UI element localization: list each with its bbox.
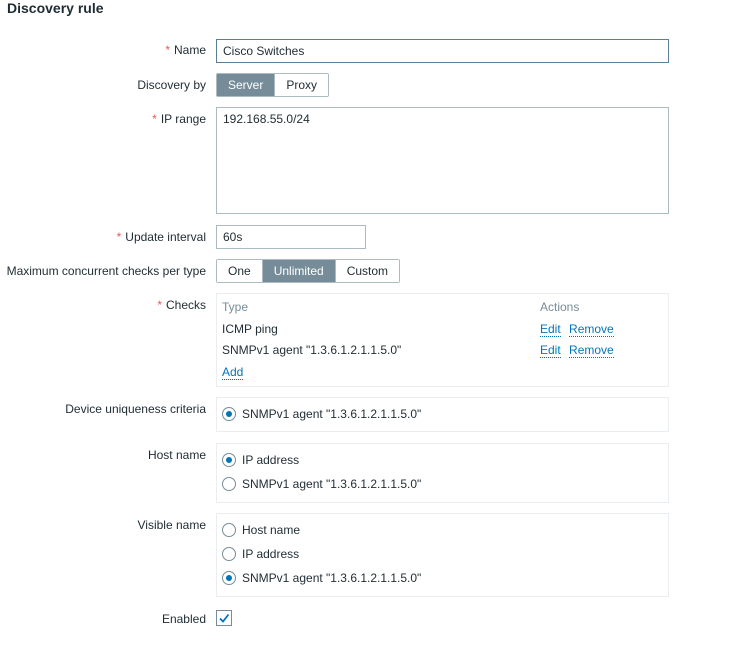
check-row-type: SNMPv1 agent "1.3.6.1.2.1.1.5.0" xyxy=(222,343,402,357)
discovery-by-server-button[interactable]: Server xyxy=(217,74,276,96)
name-input[interactable] xyxy=(216,39,669,63)
ip-range-label-text: IP range xyxy=(160,112,206,126)
required-marker: * xyxy=(157,298,162,312)
update-interval-label-text: Update interval xyxy=(125,230,206,244)
update-interval-input[interactable] xyxy=(216,225,366,249)
checks-label: * Checks xyxy=(157,298,206,312)
radio-label: Host name xyxy=(242,523,301,537)
uniqueness-option[interactable]: SNMPv1 agent "1.3.6.1.2.1.1.5.0" xyxy=(222,407,421,421)
radio-button[interactable] xyxy=(222,477,236,491)
page-title: Discovery rule xyxy=(7,0,104,16)
radio-button[interactable] xyxy=(222,571,236,585)
max-checks-toggle: One Unlimited Custom xyxy=(216,259,401,283)
checks-actions-header: Actions xyxy=(540,300,580,314)
radio-label: SNMPv1 agent "1.3.6.1.2.1.1.5.0" xyxy=(242,477,422,491)
check-row-actions: Edit Remove xyxy=(540,343,614,358)
visible-name-label: Visible name xyxy=(137,518,206,532)
check-remove-link[interactable]: Remove xyxy=(569,343,614,358)
discovery-by-label: Discovery by xyxy=(137,78,206,92)
host-name-group xyxy=(216,443,669,503)
checkmark-icon xyxy=(219,613,230,623)
discovery-by-proxy-button[interactable]: Proxy xyxy=(275,74,329,96)
max-checks-one-button[interactable]: One xyxy=(217,260,263,282)
ip-range-textarea[interactable]: 192.168.55.0/24 xyxy=(216,107,669,214)
radio-label: SNMPv1 agent "1.3.6.1.2.1.1.5.0" xyxy=(242,407,422,421)
host-name-option-snmp[interactable]: SNMPv1 agent "1.3.6.1.2.1.1.5.0" xyxy=(222,477,421,491)
radio-button[interactable] xyxy=(222,407,236,421)
max-checks-unlimited-button[interactable]: Unlimited xyxy=(262,260,336,282)
checks-add-link-wrap: Add xyxy=(222,365,244,380)
check-remove-link[interactable]: Remove xyxy=(569,322,614,337)
radio-label: IP address xyxy=(242,453,300,467)
required-marker: * xyxy=(165,43,170,57)
check-edit-link[interactable]: Edit xyxy=(540,343,561,358)
checks-label-text: Checks xyxy=(165,298,206,312)
check-edit-link[interactable]: Edit xyxy=(540,322,561,337)
checks-add-link[interactable]: Add xyxy=(222,365,244,380)
ip-range-label: * IP range xyxy=(152,112,206,126)
required-marker: * xyxy=(152,112,157,126)
checks-table xyxy=(216,293,669,387)
max-checks-label: Maximum concurrent checks per type xyxy=(6,264,206,278)
visible-name-option-host[interactable]: Host name xyxy=(222,523,300,537)
host-name-label: Host name xyxy=(147,448,206,462)
radio-label: SNMPv1 agent "1.3.6.1.2.1.1.5.0" xyxy=(242,571,422,585)
name-label: * Name xyxy=(165,43,206,57)
update-interval-label: * Update interval xyxy=(117,230,206,244)
enabled-checkbox[interactable] xyxy=(216,610,232,626)
radio-button[interactable] xyxy=(222,453,236,467)
discovery-by-toggle: Server Proxy xyxy=(216,73,330,97)
check-row-actions: Edit Remove xyxy=(540,322,614,337)
enabled-label: Enabled xyxy=(161,612,206,626)
host-name-option-ip[interactable]: IP address xyxy=(222,453,299,467)
radio-button[interactable] xyxy=(222,547,236,561)
radio-label: IP address xyxy=(242,547,300,561)
required-marker: * xyxy=(116,230,122,244)
visible-name-option-ip[interactable]: IP address xyxy=(222,547,299,561)
visible-name-option-snmp[interactable]: SNMPv1 agent "1.3.6.1.2.1.1.5.0" xyxy=(222,571,421,585)
checks-type-header: Type xyxy=(222,300,249,314)
radio-button[interactable] xyxy=(222,523,236,537)
max-checks-custom-button[interactable]: Custom xyxy=(335,260,400,282)
uniqueness-label: Device uniqueness criteria xyxy=(65,402,206,416)
check-row-type: ICMP ping xyxy=(222,322,278,336)
name-label-text: Name xyxy=(173,43,206,57)
